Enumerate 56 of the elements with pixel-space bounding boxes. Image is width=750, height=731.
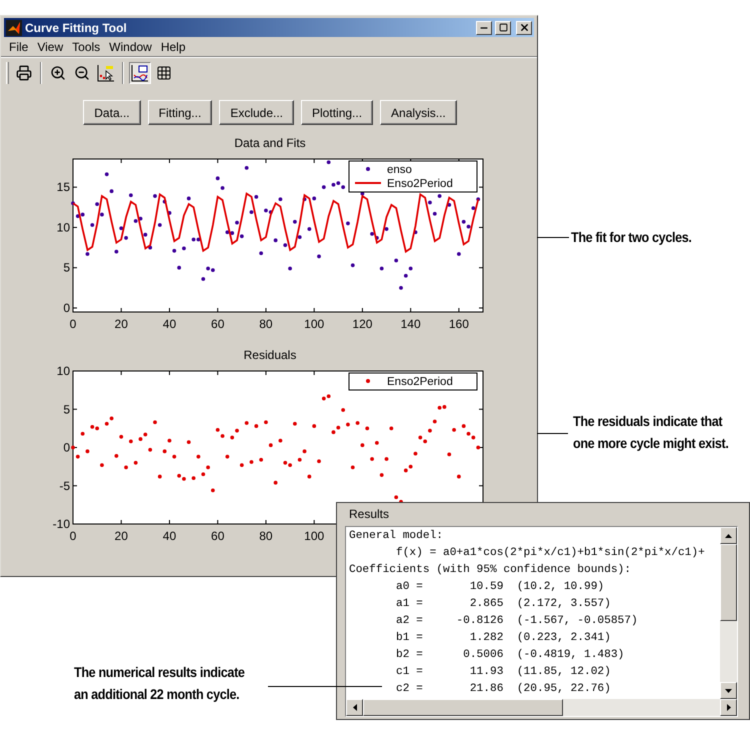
toolbar-action-button[interactable]: Analysis... (380, 100, 457, 125)
tick-label: 60 (211, 317, 224, 331)
tick-label: 0 (70, 317, 76, 331)
tick-label: 20 (114, 317, 128, 331)
callout-text: one more cycle might exist. (573, 434, 729, 453)
tick-label: 140 (400, 317, 421, 331)
legend-label: Enso2Period (387, 376, 453, 388)
result-line: General model: (349, 528, 444, 544)
tick-label: -5 (59, 478, 70, 493)
menu-item[interactable]: File (5, 38, 32, 56)
chart-title: Data and Fits (234, 136, 306, 150)
toolbar-action-button[interactable]: Data... (83, 100, 141, 125)
tick-label: 80 (259, 317, 273, 331)
tick-label: 0 (63, 440, 70, 454)
tick-label: 20 (114, 529, 128, 543)
toolbar-action-button[interactable]: Fitting... (148, 100, 212, 125)
tick-label: 10 (56, 220, 70, 234)
menu-item[interactable]: View (33, 38, 68, 56)
tick-label: 60 (211, 529, 224, 543)
result-line: Coefficients (with 95% confidence bounds): (349, 562, 632, 578)
toolbar-action-button[interactable]: Exclude... (219, 100, 294, 125)
tick-label: 5 (63, 402, 70, 416)
tick-label: 160 (448, 317, 469, 331)
result-line: a2 = -0.8126 (-1.567, -0.05857) (394, 614, 639, 629)
tick-label: 100 (304, 317, 324, 331)
toolbar-action-button[interactable]: Plotting... (301, 100, 374, 125)
menu-item[interactable]: Help (156, 38, 190, 56)
result-line: a1 = 2.865 (2.172, 3.557) (394, 596, 612, 612)
callout-text: The fit for two cycles. (571, 228, 692, 247)
menu-item[interactable]: Window (105, 38, 156, 56)
result-line: c2 = 21.86 (20.95, 22.76) (394, 682, 612, 697)
tick-label: 0 (63, 300, 70, 315)
result-line: a0 = 10.59 (10.2, 10.99) (394, 580, 606, 595)
tick-label: 100 (304, 529, 324, 543)
legend-label: Enso2Period (387, 178, 453, 190)
chart-title: Residuals (244, 348, 296, 362)
tick-label: 40 (162, 317, 176, 331)
callout-text: The numerical results indicate (74, 663, 245, 682)
tick-label: 10 (56, 365, 70, 378)
menu-item[interactable]: Tools (68, 38, 104, 56)
tick-label: 120 (352, 317, 372, 331)
callout-text: an additional 22 month cycle. (74, 685, 240, 704)
result-line: b2 = 0.5006 (-0.4819, 1.483) (394, 648, 626, 663)
tick-label: 5 (63, 260, 70, 275)
result-line: f(x) = a0+a1*cos(2*pi*x/c1)+b1*sin(2*pi*x/c1)+ (394, 546, 706, 561)
result-line: c1 = 11.93 (11.85, 12.02) (394, 664, 612, 680)
callout-text: The residuals indicate that (573, 412, 724, 431)
tick-label: 15 (56, 180, 70, 194)
panel-title: Results (349, 506, 390, 522)
tick-label: -10 (52, 517, 70, 531)
tick-label: 40 (162, 529, 176, 543)
tick-label: 80 (259, 529, 273, 543)
tick-label: 0 (70, 529, 76, 543)
legend-label: enso (387, 164, 412, 176)
window-title: Curve Fitting Tool (25, 20, 128, 36)
result-line: b1 = 1.282 (0.223, 2.341) (394, 630, 612, 646)
